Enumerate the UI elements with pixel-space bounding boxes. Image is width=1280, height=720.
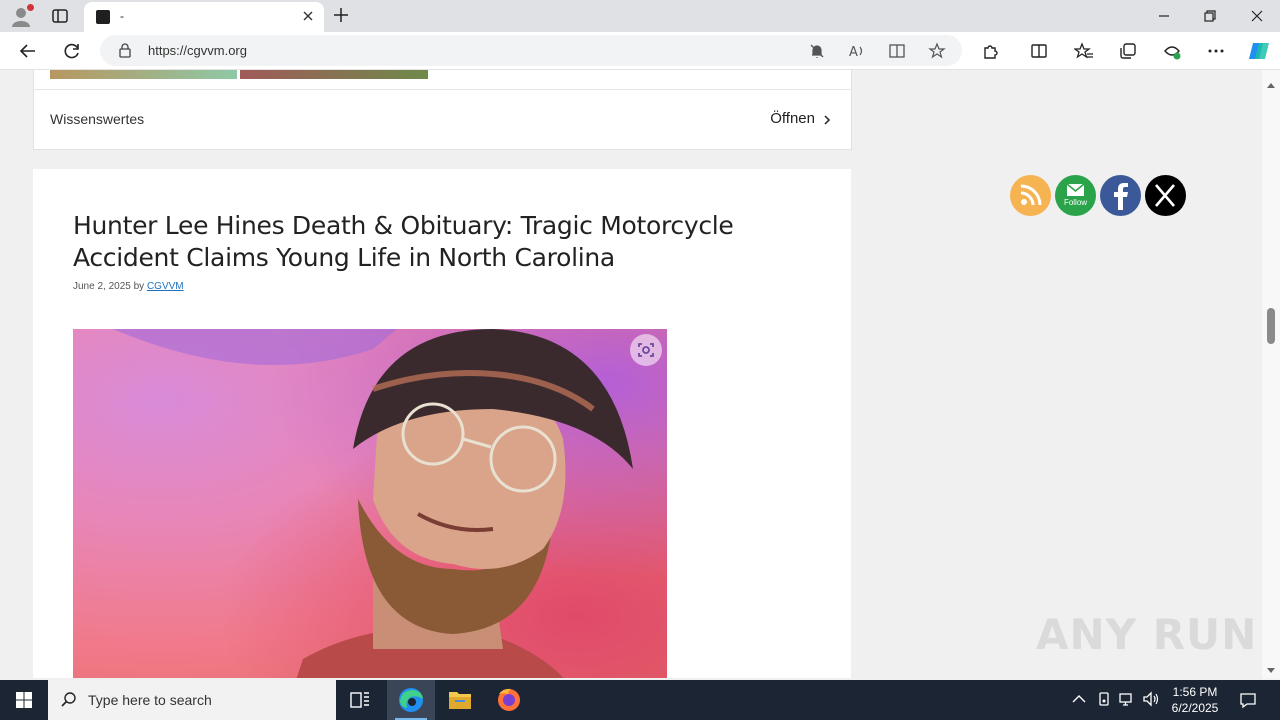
related-card: Wissenswertes Öffnen xyxy=(33,70,852,150)
card-label: Wissenswertes xyxy=(50,111,145,127)
article-featured-image[interactable] xyxy=(73,329,667,678)
url-text[interactable]: https://cgvvm.org xyxy=(148,43,247,58)
close-window-icon[interactable] xyxy=(1247,6,1267,26)
profile-avatar-icon[interactable] xyxy=(10,4,34,27)
address-bar[interactable]: https://cgvvm.org A xyxy=(100,35,962,66)
article-card: Hunter Lee Hines Death & Obituary: Tragi… xyxy=(33,169,851,678)
byline-prefix: by xyxy=(133,281,145,292)
article-meta: June 2, 2025 by CGVVM xyxy=(73,281,184,292)
collections-icon[interactable] xyxy=(1118,41,1138,61)
rss-feed-icon[interactable] xyxy=(1010,175,1051,216)
page-scrollbar[interactable] xyxy=(1262,70,1280,678)
anyrun-watermark: ANY RUN xyxy=(1036,610,1258,659)
clock-time: 1:56 PM xyxy=(1172,685,1218,699)
scroll-up-arrow-icon[interactable] xyxy=(1266,76,1276,88)
scrollbar-thumb[interactable] xyxy=(1267,308,1275,344)
chevron-right-icon[interactable] xyxy=(821,113,833,125)
show-hidden-icons-chevron-icon[interactable] xyxy=(1070,690,1088,708)
close-tab-icon[interactable] xyxy=(300,8,316,24)
clock-date: 6/2/2025 xyxy=(1171,701,1219,715)
refresh-icon[interactable] xyxy=(62,41,82,61)
scroll-down-arrow-icon[interactable] xyxy=(1266,662,1276,673)
tab-actions-icon[interactable] xyxy=(50,6,70,26)
divider xyxy=(34,89,851,90)
follow-label: Follow xyxy=(1063,198,1088,207)
lock-icon[interactable] xyxy=(118,43,132,58)
tab-title: - xyxy=(120,9,124,23)
visual-search-icon[interactable] xyxy=(630,334,662,366)
svg-text:A: A xyxy=(849,45,858,60)
volume-icon[interactable] xyxy=(1142,690,1160,708)
windows-taskbar: Type here to search 1:56 PM 6/2/2025 xyxy=(0,680,1280,720)
read-aloud-icon[interactable]: A xyxy=(848,42,866,60)
related-thumbnails xyxy=(50,70,428,79)
notification-dot xyxy=(27,4,34,11)
facebook-icon[interactable] xyxy=(1100,175,1141,216)
search-icon xyxy=(60,691,78,709)
thumbnail-image[interactable] xyxy=(50,70,237,79)
article-date: June 2, 2025 xyxy=(73,281,131,292)
taskbar-search-box[interactable]: Type here to search xyxy=(48,680,336,720)
system-clock[interactable]: 1:56 PM 6/2/2025 xyxy=(1160,684,1230,716)
browser-toolbar: https://cgvvm.org A xyxy=(0,32,1280,70)
firefox-icon[interactable] xyxy=(485,680,533,720)
browser-essentials-icon[interactable] xyxy=(1162,41,1182,61)
new-tab-plus-icon[interactable] xyxy=(332,6,350,24)
page-viewport: Wissenswertes Öffnen Hunter Lee Hines De… xyxy=(0,70,1262,678)
start-windows-icon[interactable] xyxy=(0,680,48,720)
minimize-window-icon[interactable] xyxy=(1154,6,1174,26)
favorite-star-icon[interactable] xyxy=(928,42,946,60)
immersive-reader-icon[interactable] xyxy=(888,42,906,60)
favorites-icon[interactable] xyxy=(1073,41,1094,61)
search-placeholder: Type here to search xyxy=(88,692,212,708)
notifications-blocked-icon[interactable] xyxy=(808,42,826,60)
file-explorer-icon[interactable] xyxy=(436,680,484,720)
back-arrow-icon[interactable] xyxy=(18,41,38,61)
restore-window-icon[interactable] xyxy=(1200,6,1220,26)
thumbnail-image[interactable] xyxy=(240,70,428,79)
device-icon[interactable] xyxy=(1095,690,1113,708)
extensions-icon[interactable] xyxy=(981,41,1001,61)
split-screen-icon[interactable] xyxy=(1029,41,1049,61)
browser-titlebar: - xyxy=(0,0,1280,32)
author-link[interactable]: CGVVM xyxy=(147,281,184,292)
copilot-icon[interactable] xyxy=(1247,39,1271,63)
task-view-icon[interactable] xyxy=(336,680,384,720)
notifications-icon[interactable] xyxy=(1238,690,1258,710)
edge-browser-taskbar-icon[interactable] xyxy=(387,680,435,720)
network-icon[interactable] xyxy=(1118,690,1136,708)
site-favicon-icon xyxy=(96,10,110,24)
article-title: Hunter Lee Hines Death & Obituary: Tragi… xyxy=(73,211,734,272)
browser-tab-active[interactable]: - xyxy=(84,2,324,32)
portrait-illustration xyxy=(113,329,633,678)
email-follow-icon[interactable]: Follow xyxy=(1055,175,1096,216)
open-link[interactable]: Öffnen xyxy=(770,110,815,127)
more-options-icon[interactable] xyxy=(1206,41,1226,61)
x-twitter-icon[interactable] xyxy=(1145,175,1186,216)
